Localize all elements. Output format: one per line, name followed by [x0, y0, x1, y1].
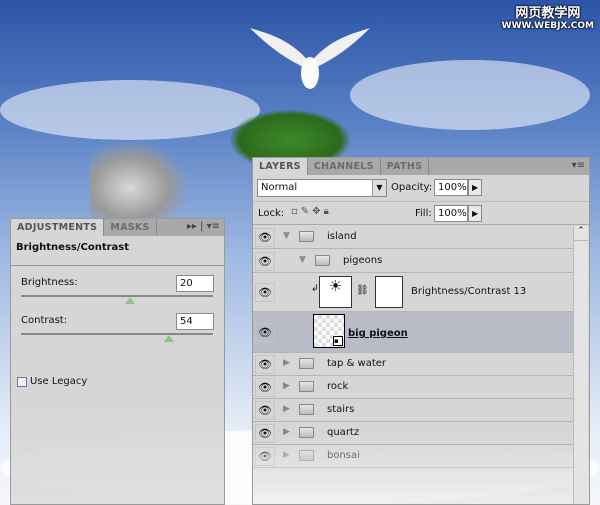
eye-icon[interactable]: 👁︎: [255, 378, 275, 397]
smart-object-icon: ▪: [333, 336, 343, 346]
layers-panel: LAYERS CHANNELS PATHS ▾≡ Normal ▼ Opacity…: [252, 157, 590, 505]
folder-icon: [299, 450, 314, 461]
expand-down-icon[interactable]: ▼: [299, 255, 306, 265]
layer-mask-thumbnail[interactable]: [375, 276, 403, 308]
tab-masks[interactable]: MASKS: [104, 219, 157, 236]
expand-right-icon[interactable]: ▶: [283, 450, 290, 460]
layer-row[interactable]: 👁︎ ▶ stairs: [253, 399, 573, 422]
layer-name: Brightness/Contrast 13: [411, 286, 527, 297]
layer-name: quartz: [327, 427, 360, 438]
contrast-slider[interactable]: [21, 333, 213, 335]
brightness-label: Brightness:: [21, 277, 78, 288]
brightness-contrast-icon: ☀︎: [319, 276, 352, 308]
eye-icon[interactable]: 👁︎: [255, 283, 275, 302]
brightness-slider-thumb[interactable]: [124, 297, 135, 304]
folder-icon: [299, 381, 314, 392]
fill-label: Fill:: [415, 208, 432, 219]
folder-icon: [299, 231, 314, 242]
eye-icon[interactable]: 👁︎: [255, 323, 275, 342]
layer-name: rock: [327, 381, 349, 392]
tab-layers[interactable]: LAYERS: [253, 158, 308, 175]
layer-row[interactable]: 👁︎ ▼ island: [253, 226, 573, 249]
tab-adjustments[interactable]: ADJUSTMENTS: [11, 219, 105, 236]
layers-list: 👁︎ ▼ island 👁︎ ▼ pigeons 👁︎ ↲ ☀︎ ⛓︎ Brightness/Con…: [253, 226, 589, 504]
folder-icon: [299, 358, 314, 369]
eye-icon[interactable]: 👁︎: [255, 228, 275, 247]
watermark-line2: WWW.WEBJX.COM: [501, 21, 594, 31]
expand-down-icon[interactable]: ▼: [283, 231, 290, 241]
adjustment-title: Brightness/Contrast: [16, 242, 130, 253]
clip-arrow-icon: ↲: [311, 284, 319, 294]
layer-row[interactable]: 👁︎ ▼ pigeons: [253, 249, 573, 273]
eye-icon[interactable]: 👁︎: [255, 251, 275, 271]
layers-tabs: LAYERS CHANNELS PATHS ▾≡: [253, 158, 589, 175]
dove-image: [250, 28, 370, 89]
opacity-arrow-button[interactable]: ▶: [468, 179, 482, 196]
divider: [253, 224, 589, 225]
layer-row[interactable]: 👁︎ ▪ big pigeon: [253, 312, 573, 353]
contrast-input[interactable]: 54: [176, 313, 214, 330]
layer-name: stairs: [327, 404, 355, 415]
panel-menu-icon[interactable]: ▾≡: [572, 160, 585, 171]
opacity-input[interactable]: 100%: [434, 179, 468, 196]
eye-icon[interactable]: 👁︎: [255, 355, 275, 374]
adjustments-panel: ADJUSTMENTS MASKS ▸▸ | ▾≡ Brightness/Con…: [10, 218, 225, 505]
tab-paths[interactable]: PATHS: [381, 158, 430, 175]
layer-name: big pigeon: [348, 328, 408, 339]
layer-thumbnail: ▪: [313, 314, 345, 348]
contrast-label: Contrast:: [21, 315, 68, 326]
folder-icon: [315, 254, 330, 266]
scrollbar[interactable]: ⌃: [573, 226, 588, 504]
tab-channels[interactable]: CHANNELS: [308, 158, 381, 175]
layer-row[interactable]: 👁︎ ▶ bonsai: [253, 445, 573, 468]
use-legacy-checkbox[interactable]: [17, 377, 27, 387]
adjustments-tabs: ADJUSTMENTS MASKS ▸▸ | ▾≡: [11, 219, 224, 236]
fill-input[interactable]: 100%: [434, 205, 468, 222]
blend-mode-value: Normal: [261, 182, 298, 193]
expand-right-icon[interactable]: ▶: [283, 381, 290, 391]
brightness-input[interactable]: 20: [176, 275, 214, 292]
watermark: 网页教学网 WWW.WEBJX.COM: [502, 2, 594, 31]
expand-right-icon[interactable]: ▶: [283, 358, 290, 368]
divider: [11, 265, 224, 266]
layer-name: island: [327, 231, 357, 242]
cloud: [0, 80, 260, 140]
eye-icon[interactable]: 👁︎: [255, 424, 275, 443]
opacity-label: Opacity:: [391, 182, 433, 193]
watermark-line1: 网页教学网: [515, 6, 581, 21]
contrast-slider-thumb[interactable]: [163, 335, 174, 342]
layer-name: bonsai: [327, 450, 360, 461]
fill-arrow-button[interactable]: ▶: [468, 205, 482, 222]
layer-row[interactable]: 👁︎ ↲ ☀︎ ⛓︎ Brightness/Contrast 13: [253, 273, 573, 312]
statue-image: [90, 140, 190, 220]
link-icon[interactable]: ⛓︎: [356, 285, 369, 296]
scroll-up-icon[interactable]: ⌃: [574, 226, 588, 241]
use-legacy-label: Use Legacy: [30, 376, 88, 387]
expand-right-icon[interactable]: ▶: [283, 427, 290, 437]
layer-name: tap & water: [327, 358, 387, 369]
eye-icon[interactable]: 👁︎: [255, 447, 275, 466]
cloud: [350, 60, 590, 130]
layer-row[interactable]: 👁︎ ▶ tap & water: [253, 353, 573, 376]
lock-label: Lock:: [258, 208, 285, 219]
eye-icon[interactable]: 👁︎: [255, 401, 275, 420]
layer-row[interactable]: 👁︎ ▶ quartz: [253, 422, 573, 445]
layer-row[interactable]: 👁︎ ▶ rock: [253, 376, 573, 399]
brightness-slider[interactable]: [21, 295, 213, 297]
folder-icon: [299, 404, 314, 415]
panel-menu-icon[interactable]: ▸▸ | ▾≡: [187, 221, 220, 232]
layer-name: pigeons: [343, 254, 383, 266]
blend-mode-select[interactable]: Normal ▼: [257, 179, 387, 197]
expand-right-icon[interactable]: ▶: [283, 404, 290, 414]
lock-icons[interactable]: ▫✎✥🔒︎: [291, 206, 332, 217]
divider: [253, 201, 589, 202]
chevron-down-icon[interactable]: ▼: [372, 180, 386, 196]
folder-icon: [299, 427, 314, 438]
